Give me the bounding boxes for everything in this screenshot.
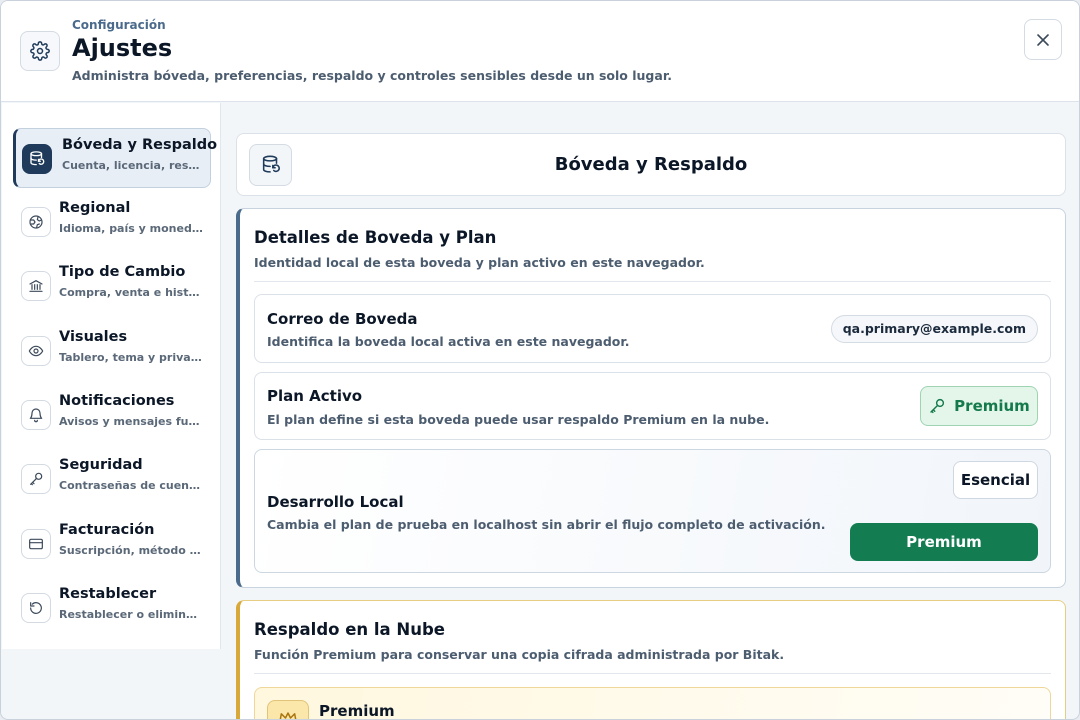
plan-badge: Premium (920, 386, 1038, 426)
plan-badge-label: Premium (954, 397, 1030, 415)
sidebar-item-label: Seguridad (59, 457, 143, 473)
cloud-premium-row: Premium (254, 687, 1051, 720)
sidebar-item-desc: Cuenta, licencia, respaldo y nube (62, 159, 207, 172)
settings-header: Configuración Ajustes Administra bóveda,… (1, 1, 1079, 102)
sidebar-item-label: Restablecer (59, 586, 157, 602)
row-title: Desarrollo Local (267, 493, 404, 511)
bell-icon (21, 400, 51, 430)
header-eyebrow: Configuración (72, 18, 166, 32)
sidebar-item-desc: Compra, venta e historial (59, 286, 204, 299)
sidebar-item-label: Regional (59, 200, 131, 216)
row-title: Correo de Boveda (267, 310, 418, 328)
page-title: Ajustes (72, 34, 173, 62)
sidebar-item-desc: Tablero, tema y privacidad (59, 351, 204, 364)
sidebar-item-label: Notificaciones (59, 393, 175, 409)
eye-icon (21, 336, 51, 366)
cloud-backup-card: Respaldo en la Nube Función Premium para… (236, 600, 1066, 720)
settings-sidebar: Bóveda y Respaldo Cuenta, licencia, resp… (2, 103, 221, 649)
section-title: Bóveda y Respaldo (554, 154, 748, 175)
divider (254, 281, 1051, 282)
key-icon (930, 398, 945, 414)
sidebar-item-desc: Idioma, país y moneda base (59, 222, 204, 235)
row-title: Plan Activo (267, 387, 363, 405)
close-button[interactable] (1024, 19, 1062, 60)
sidebar-item-label: Bóveda y Respaldo (62, 137, 218, 153)
key-icon (21, 464, 51, 494)
crown-icon (267, 700, 309, 719)
bank-icon (21, 271, 51, 301)
sidebar-item-label: Tipo de Cambio (59, 264, 186, 280)
sidebar-item-notificaciones[interactable]: Notificaciones Avisos y mensajes futuros (13, 385, 211, 445)
sidebar-item-label: Visuales (59, 329, 128, 345)
sidebar-item-desc: Contraseñas de cuenta y bóveda (59, 479, 204, 492)
settings-window: Configuración Ajustes Administra bóveda,… (0, 0, 1080, 720)
set-premium-button[interactable]: Premium (850, 523, 1038, 561)
card-title: Detalles de Boveda y Plan (254, 228, 497, 247)
database-backup-icon (22, 144, 52, 174)
sidebar-item-seguridad[interactable]: Seguridad Contraseñas de cuenta y bóveda (13, 449, 211, 509)
sidebar-item-boveda[interactable]: Bóveda y Respaldo Cuenta, licencia, resp… (13, 128, 217, 188)
gear-icon (20, 31, 60, 71)
card-desc: Función Premium para conservar una copia… (254, 647, 785, 662)
close-icon (1037, 33, 1049, 46)
set-esencial-button[interactable]: Esencial (953, 461, 1038, 499)
sidebar-item-regional[interactable]: Regional Idioma, país y moneda base (13, 192, 211, 252)
card-title: Respaldo en la Nube (254, 620, 445, 639)
page-subtitle: Administra bóveda, preferencias, respald… (72, 68, 672, 83)
sidebar-item-visuales[interactable]: Visuales Tablero, tema y privacidad (13, 321, 211, 381)
row-title: Premium (319, 702, 395, 720)
local-dev-row: Desarrollo Local Cambia el plan de prueb… (254, 449, 1051, 573)
sidebar-item-label: Facturación (59, 522, 155, 538)
sidebar-item-desc: Restablecer o eliminar datos (59, 608, 204, 621)
card-desc: Identidad local de esta boveda y plan ac… (254, 255, 705, 270)
sidebar-item-tipo-de-cambio[interactable]: Tipo de Cambio Compra, venta e historial (13, 256, 211, 316)
vault-email-value: qa.primary@example.com (830, 315, 1038, 343)
credit-card-icon (21, 529, 51, 559)
sidebar-item-restablecer[interactable]: Restablecer Restablecer o eliminar datos (13, 578, 211, 638)
row-desc: Identifica la boveda local activa en est… (267, 334, 630, 349)
globe-icon (21, 207, 51, 237)
row-desc: El plan define si esta boveda puede usar… (267, 412, 770, 427)
sidebar-item-desc: Avisos y mensajes futuros (59, 415, 204, 428)
reset-icon (21, 593, 51, 623)
sidebar-item-desc: Suscripción, método de pago (59, 544, 204, 557)
row-desc: Cambia el plan de prueba en localhost si… (267, 517, 826, 532)
vault-plan-card: Detalles de Boveda y Plan Identidad loca… (236, 208, 1066, 588)
vault-email-row: Correo de Boveda Identifica la boveda lo… (254, 294, 1051, 363)
active-plan-row: Plan Activo El plan define si esta boved… (254, 372, 1051, 440)
section-header: Bóveda y Respaldo (236, 133, 1066, 196)
sidebar-item-facturacion[interactable]: Facturación Suscripción, método de pago (13, 514, 211, 574)
divider (254, 673, 1051, 674)
